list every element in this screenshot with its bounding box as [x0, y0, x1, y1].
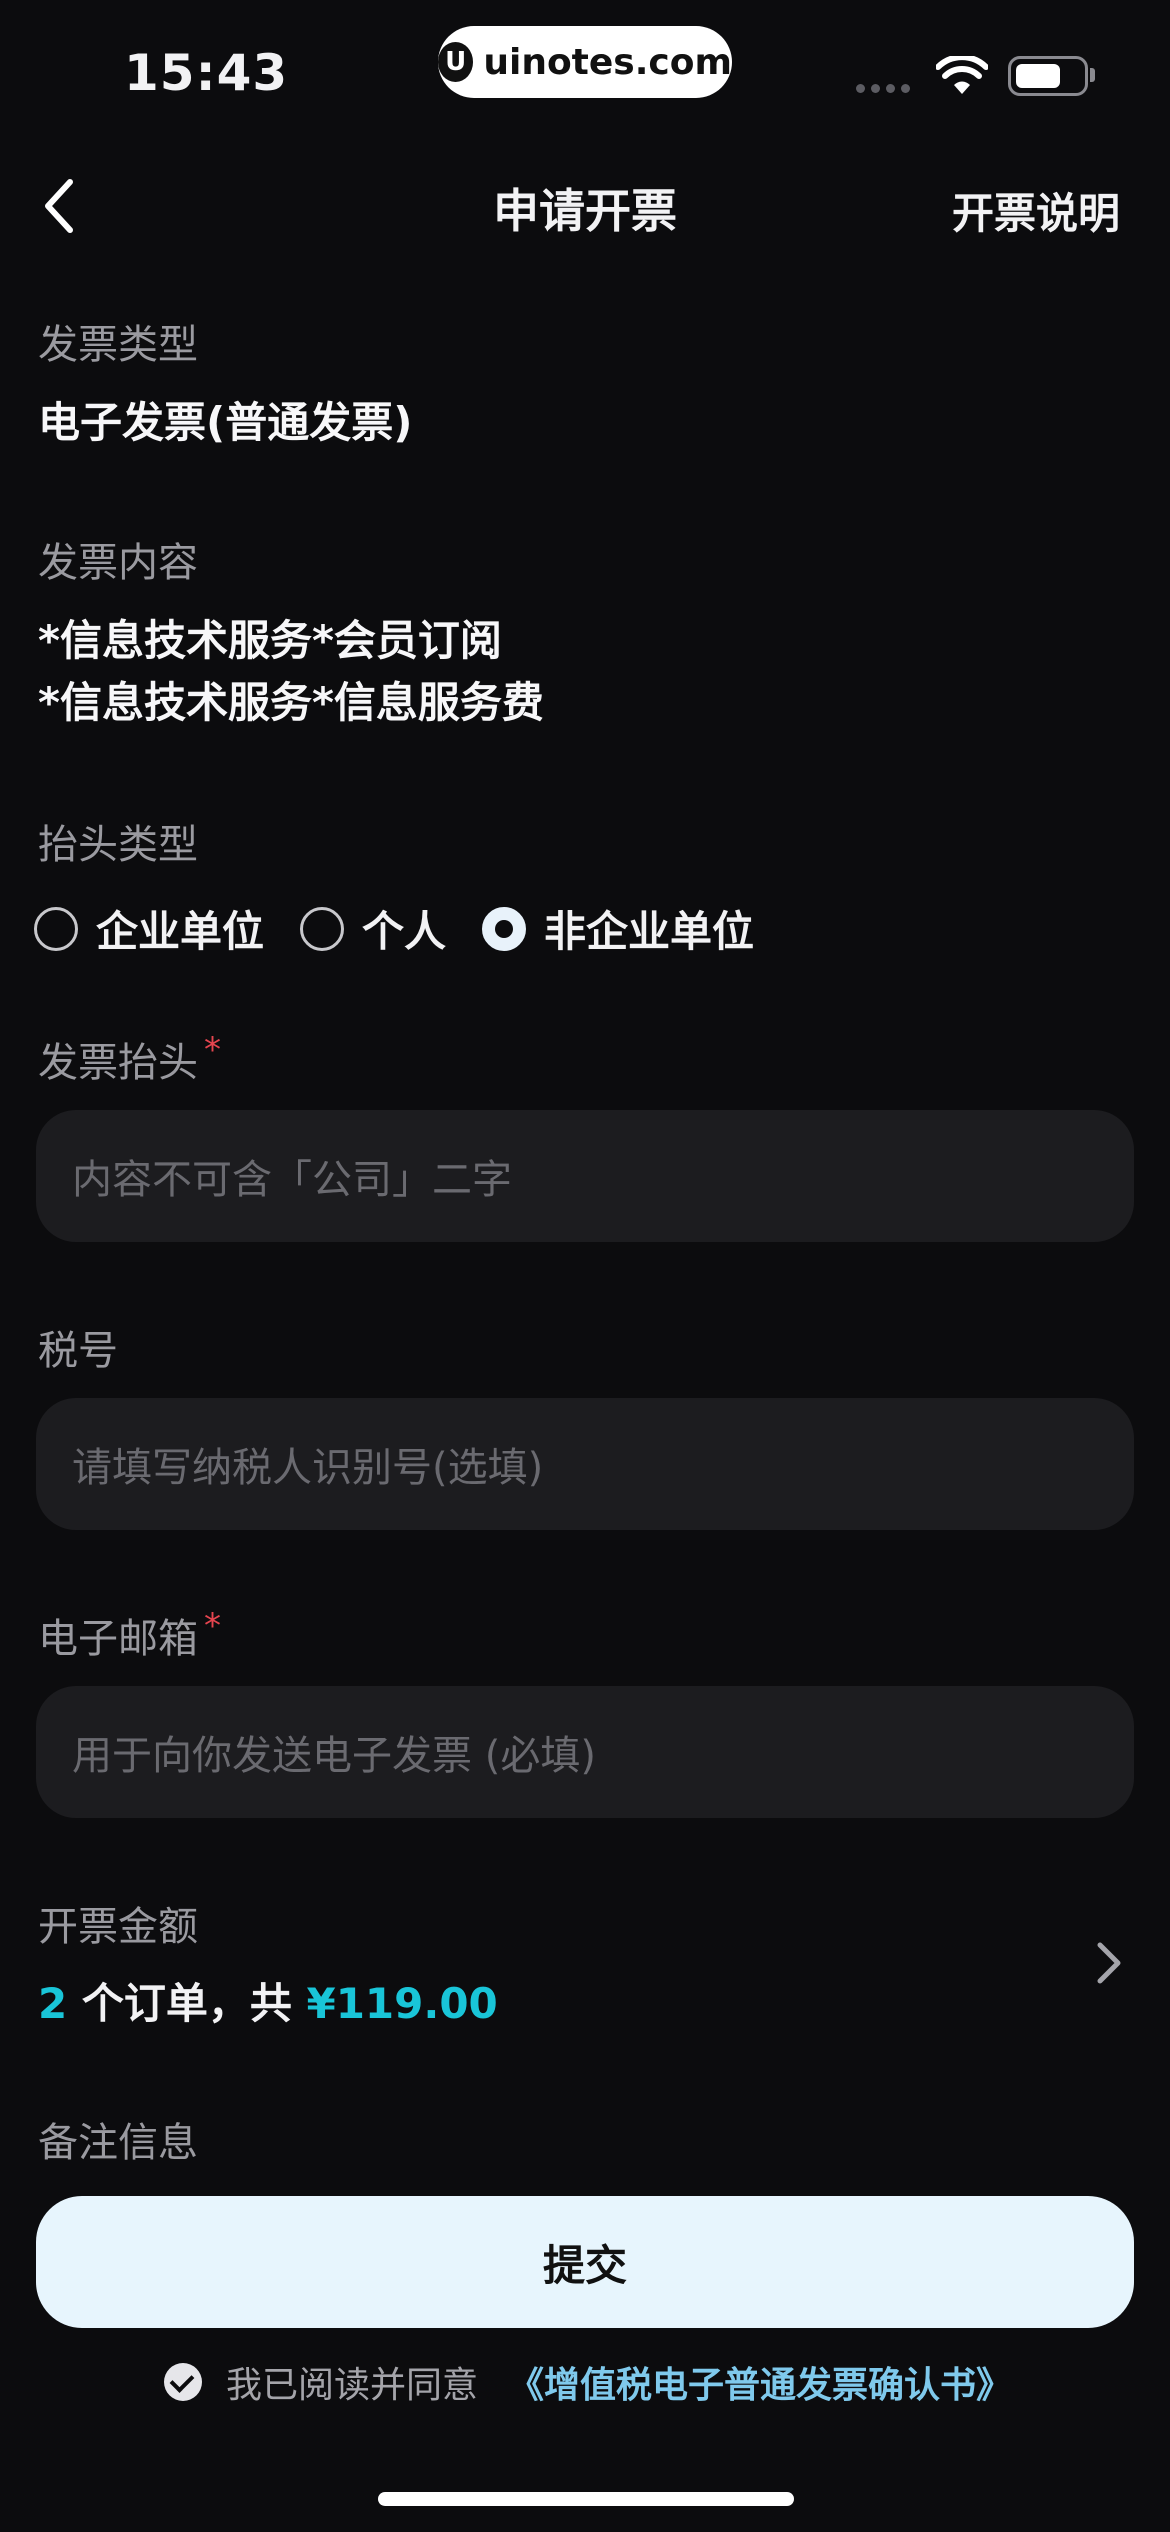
watermark-logo-icon: U	[438, 42, 474, 82]
order-count-suffix: 个订单，共	[67, 1979, 307, 2028]
watermark-text: uinotes.com	[483, 41, 732, 83]
email-label: 电子邮箱 *	[38, 1606, 221, 1664]
tax-id-input[interactable]: 请填写纳税人识别号(选填)	[36, 1398, 1134, 1530]
battery-icon	[1008, 56, 1088, 96]
invoice-type-label: 发票类型	[38, 322, 198, 368]
wifi-icon	[936, 56, 988, 94]
email-input[interactable]: 用于向你发送电子发票 (必填)	[36, 1686, 1134, 1818]
header-type-radio-group: 企业单位 个人 非企业单位	[34, 898, 790, 959]
agreement-row: 我已阅读并同意 《增值税电子普通发票确认书》	[164, 2356, 1012, 2408]
invoice-amount-label: 开票金额	[38, 1904, 198, 1950]
submit-button[interactable]: 提交	[36, 2196, 1134, 2328]
invoice-instructions-link[interactable]: 开票说明	[952, 180, 1120, 241]
total-amount: ¥119.00	[306, 1979, 498, 2028]
agreement-link[interactable]: 《增值税电子普通发票确认书》	[508, 2356, 1012, 2408]
tax-id-label: 税号	[38, 1328, 118, 1374]
radio-personal[interactable]: 个人	[300, 898, 446, 959]
battery-tip	[1090, 68, 1095, 82]
agreement-text: 我已阅读并同意	[226, 2365, 479, 2406]
radio-circle-icon	[300, 906, 345, 951]
required-mark: *	[204, 1606, 221, 1646]
status-time: 15:43	[124, 44, 289, 102]
header-type-label: 抬头类型	[38, 822, 198, 868]
radio-selected-icon	[482, 906, 527, 951]
check-circle-icon[interactable]	[164, 2363, 202, 2401]
invoice-header-input[interactable]: 内容不可含「公司」二字	[36, 1110, 1134, 1242]
invoice-type-value: 电子发票(普通发票)	[38, 398, 413, 447]
watermark-badge: U uinotes.com	[438, 26, 732, 98]
radio-enterprise[interactable]: 企业单位	[34, 898, 264, 959]
radio-label: 非企业单位	[544, 907, 755, 956]
invoice-content-line: *信息技术服务*会员订阅	[38, 616, 502, 665]
order-count: 2	[38, 1979, 68, 2028]
radio-label: 个人	[362, 907, 447, 956]
invoice-content-label: 发票内容	[38, 540, 198, 586]
invoice-header-label: 发票抬头 *	[38, 1030, 221, 1088]
home-indicator	[378, 2492, 794, 2506]
cellular-signal-icon	[856, 84, 912, 94]
radio-non-enterprise[interactable]: 非企业单位	[482, 898, 754, 959]
radio-label: 企业单位	[96, 907, 265, 956]
required-mark: *	[204, 1030, 221, 1070]
remark-label: 备注信息	[38, 2120, 198, 2166]
chevron-right-icon[interactable]	[1094, 1940, 1124, 1986]
invoice-amount-summary[interactable]: 2 个订单，共 ¥119.00	[38, 1970, 498, 2031]
email-label-text: 电子邮箱	[38, 1616, 198, 1662]
radio-circle-icon	[34, 906, 78, 951]
invoice-content-line: *信息技术服务*信息服务费	[38, 678, 544, 727]
invoice-header-label-text: 发票抬头	[38, 1040, 198, 1086]
